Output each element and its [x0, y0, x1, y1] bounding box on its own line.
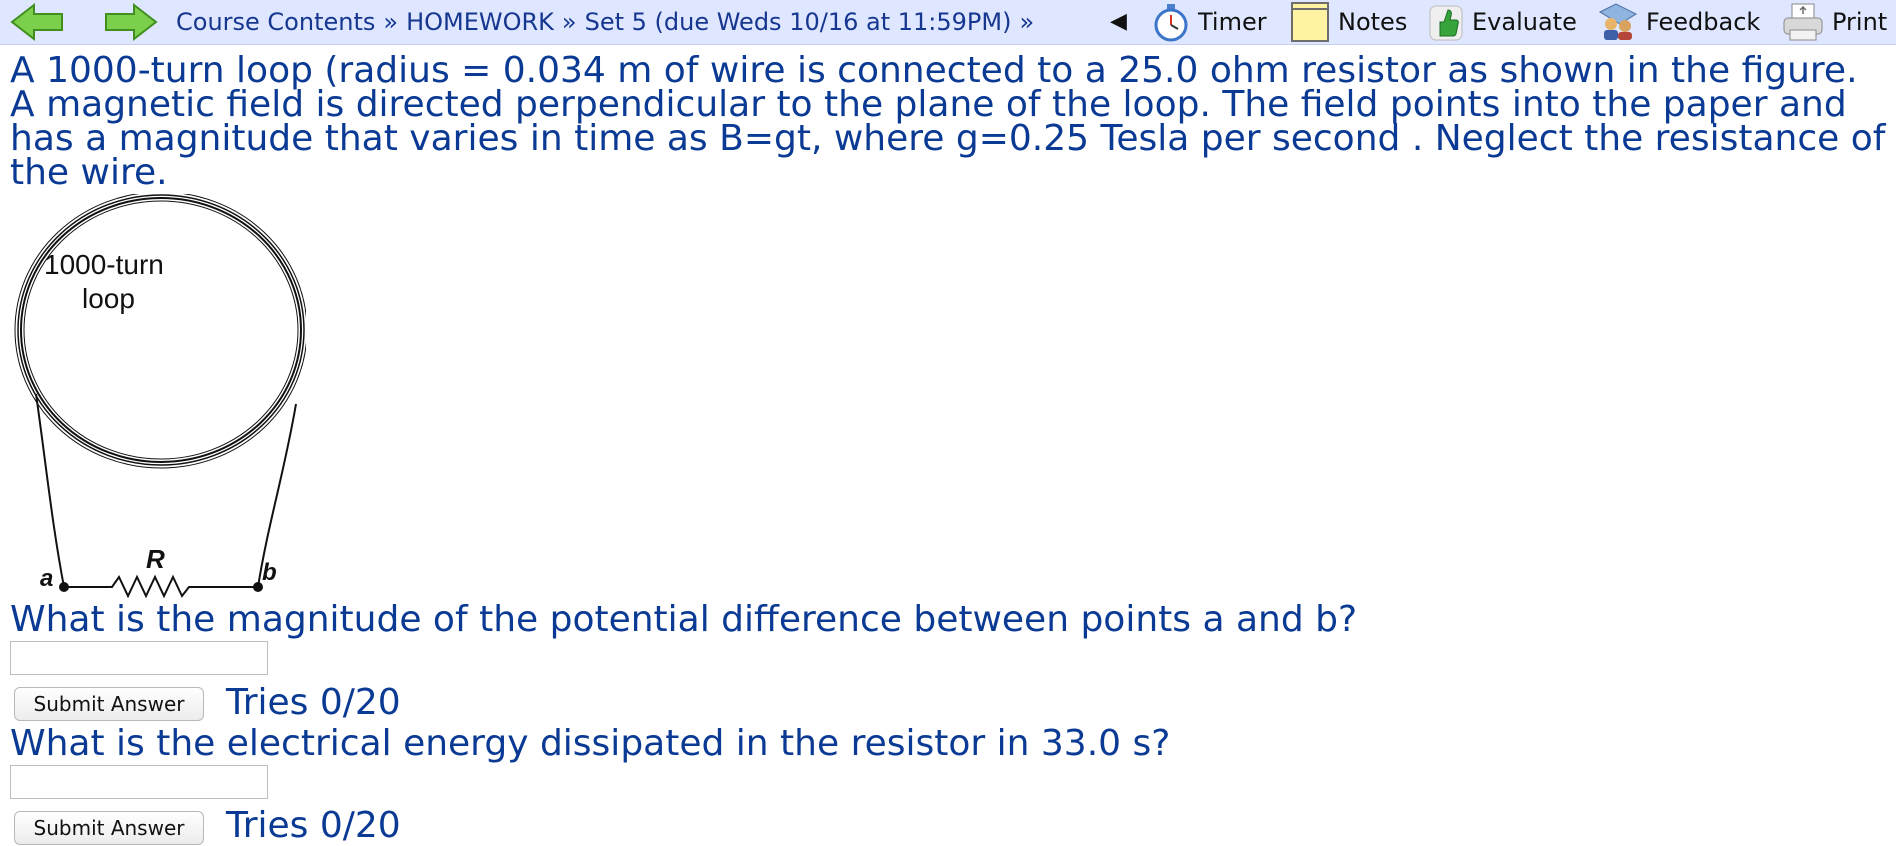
feedback-button[interactable]: Feedback — [1598, 2, 1760, 42]
point-a-label: a — [40, 565, 53, 592]
previous-resource-icon[interactable]: ◀ — [1110, 9, 1127, 34]
breadcrumb-set-5[interactable]: Set 5 (due Weds 10/16 at 11:59PM) — [585, 8, 1012, 36]
stopwatch-icon — [1154, 4, 1188, 42]
loop-resistor-figure: 1000-turn loop R a b — [14, 194, 306, 599]
breadcrumb-homework[interactable]: HOMEWORK — [406, 8, 554, 36]
answer-1-input[interactable] — [10, 641, 268, 675]
print-label: Print — [1832, 8, 1888, 36]
loop-label-line-1: 1000-turn — [44, 249, 164, 280]
forward-arrow-icon[interactable] — [104, 2, 158, 42]
timer-label: Timer — [1198, 8, 1267, 36]
back-arrow-icon[interactable] — [10, 2, 64, 42]
left-lead-wire — [35, 393, 65, 588]
thumbs-up-icon — [1429, 5, 1463, 41]
notes-button[interactable]: Notes — [1290, 2, 1407, 42]
question-1-text: What is the magnitude of the potential d… — [10, 599, 1358, 640]
breadcrumb-separator: » — [383, 8, 399, 36]
resistor-symbol — [64, 574, 258, 599]
top-navigation-bar: Course Contents» HOMEWORK» Set 5 (due Weds… — [0, 0, 1896, 45]
notes-label: Notes — [1338, 8, 1408, 36]
breadcrumb-separator: » — [561, 8, 577, 36]
timer-button[interactable]: Timer — [1152, 2, 1267, 42]
breadcrumb: Course Contents» HOMEWORK» Set 5 (due Weds… — [176, 8, 1042, 36]
feedback-label: Feedback — [1646, 8, 1761, 36]
print-button[interactable]: Print — [1782, 2, 1887, 42]
submit-answer-1-button[interactable]: Submit Answer — [14, 687, 204, 721]
evaluate-button[interactable]: Evaluate — [1428, 2, 1577, 42]
evaluate-label: Evaluate — [1472, 8, 1577, 36]
breadcrumb-trailing-separator[interactable]: » — [1011, 8, 1042, 36]
breadcrumb-course-contents[interactable]: Course Contents — [176, 8, 375, 36]
point-b-label: b — [262, 559, 277, 586]
problem-statement: A 1000-turn loop (radius = 0.034 m of wi… — [10, 50, 1886, 193]
point-a-dot — [59, 582, 69, 592]
tries-1-counter: Tries 0/20 — [226, 682, 401, 723]
printer-icon — [1783, 3, 1823, 41]
loop-label-line-2: loop — [82, 283, 135, 314]
wire-loop — [14, 194, 306, 469]
notepad-icon — [1291, 2, 1329, 42]
resistor-label: R — [146, 544, 165, 574]
question-2-text: What is the electrical energy dissipated… — [10, 723, 1171, 764]
tries-2-counter: Tries 0/20 — [226, 805, 401, 846]
answer-2-input[interactable] — [10, 765, 268, 799]
feedback-people-icon — [1598, 3, 1638, 40]
submit-answer-2-button[interactable]: Submit Answer — [14, 811, 204, 845]
